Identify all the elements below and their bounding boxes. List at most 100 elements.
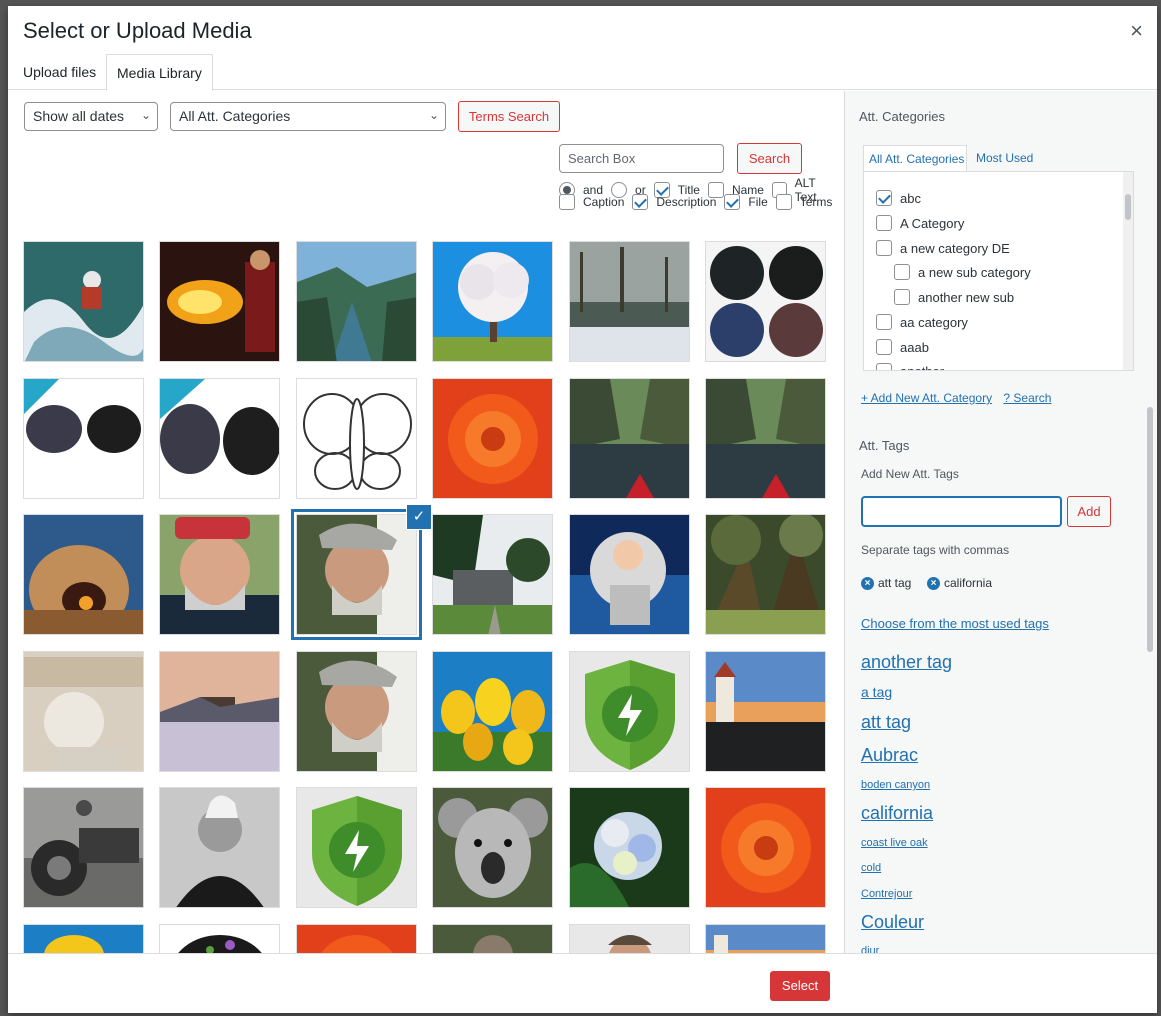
attachment-thumbnail[interactable] (705, 514, 826, 635)
add-tag-button[interactable]: Add (1067, 496, 1111, 527)
attachment-thumbnail[interactable] (432, 378, 553, 499)
attachment-thumbnail[interactable] (159, 514, 280, 635)
attachment-thumbnail[interactable] (569, 787, 690, 908)
tab-most-used[interactable]: Most Used (971, 145, 1041, 172)
attachment-thumbnail[interactable] (569, 514, 690, 635)
category-checkbox[interactable] (894, 289, 910, 305)
category-item[interactable]: aaab (876, 339, 929, 355)
media-content: Show all dates ⌄ All Att. Categories ⌄ T… (8, 91, 844, 953)
checkbox-file[interactable] (724, 194, 741, 210)
category-checkbox[interactable] (876, 363, 892, 370)
attachment-thumbnail[interactable] (159, 787, 280, 908)
attachment-thumbnail[interactable] (569, 924, 690, 953)
attachment-thumbnail[interactable] (705, 924, 826, 953)
tag-cloud-link[interactable]: att tag (861, 712, 911, 733)
selected-check-icon[interactable]: ✓ (406, 504, 432, 530)
close-icon[interactable]: × (1130, 20, 1143, 42)
attachment-thumbnail[interactable] (705, 787, 826, 908)
attachment-thumbnail[interactable] (432, 787, 553, 908)
tag-cloud-link[interactable]: california (861, 803, 933, 824)
category-item[interactable]: a new sub category (894, 264, 1031, 280)
attachment-thumbnail[interactable] (23, 514, 144, 635)
attachment-thumbnail[interactable] (432, 651, 553, 772)
scrollbar-thumb[interactable] (1147, 407, 1153, 652)
attachment-thumbnail[interactable] (159, 924, 280, 953)
category-checkbox[interactable] (876, 314, 892, 330)
search-button[interactable]: Search (737, 143, 802, 174)
tab-all-categories[interactable]: All Att. Categories (863, 145, 967, 172)
scrollbar-thumb[interactable] (1125, 194, 1131, 220)
remove-tag-icon[interactable]: × (927, 576, 940, 590)
category-item[interactable]: abc (876, 190, 921, 206)
tag-cloud-link[interactable]: Couleur (861, 912, 924, 933)
attachment-thumbnail[interactable] (432, 514, 553, 635)
category-checkbox[interactable] (894, 264, 910, 280)
attachment-thumbnail[interactable] (569, 378, 690, 499)
category-checkbox[interactable] (876, 339, 892, 355)
category-item[interactable]: another (876, 363, 944, 370)
attachment-thumbnail[interactable] (159, 651, 280, 772)
modal-tabs: Upload files Media Library (8, 54, 1157, 91)
attachment-thumbnail[interactable] (705, 651, 826, 772)
tag-chip: × att tag (861, 576, 911, 590)
attachment-thumbnail[interactable] (296, 241, 417, 362)
new-tag-input[interactable] (861, 496, 1062, 527)
categories-filter[interactable]: All Att. Categories ⌄ (170, 102, 446, 131)
attachment-thumbnail[interactable] (705, 241, 826, 362)
category-scrollbar[interactable] (1123, 172, 1133, 370)
tag-cloud-link[interactable]: a tag (861, 684, 892, 700)
attachment-thumbnail[interactable] (296, 651, 417, 772)
attachment-thumbnail[interactable] (159, 241, 280, 362)
attachment-thumbnail[interactable] (23, 924, 144, 953)
option-file[interactable]: File (724, 194, 768, 210)
category-item[interactable]: a new category DE (876, 240, 1010, 256)
attachment-thumbnail[interactable] (296, 787, 417, 908)
attachment-thumbnail[interactable] (432, 241, 553, 362)
attachment-thumbnail[interactable] (23, 378, 144, 499)
category-item[interactable]: aa category (876, 314, 968, 330)
tab-upload-files[interactable]: Upload files (13, 54, 106, 90)
option-caption[interactable]: Caption (559, 194, 624, 210)
attachment-thumbnail[interactable] (569, 241, 690, 362)
tag-cloud-link[interactable]: cold (861, 862, 881, 874)
tag-cloud-link[interactable]: boden canyon (861, 779, 930, 791)
option-description[interactable]: Description (632, 194, 716, 210)
tag-cloud-link[interactable]: another tag (861, 652, 952, 673)
tag-cloud-link[interactable]: coast live oak (861, 837, 928, 849)
category-item[interactable]: another new sub (894, 289, 1014, 305)
tag-chip-label: att tag (878, 576, 912, 590)
attachment-thumbnail[interactable] (569, 651, 690, 772)
attachment-thumbnail[interactable] (432, 924, 553, 953)
dates-filter[interactable]: Show all dates ⌄ (24, 102, 158, 131)
attachment-thumbnail[interactable] (705, 378, 826, 499)
tab-media-library[interactable]: Media Library (106, 54, 213, 91)
attachment-thumbnail[interactable] (159, 378, 280, 499)
attachment-thumbnail[interactable] (23, 241, 144, 362)
checkbox-description[interactable] (632, 194, 649, 210)
search-options-row-2: Caption Description File Terms (559, 194, 840, 210)
terms-search-button[interactable]: Terms Search (458, 101, 560, 132)
category-search-link[interactable]: ? Search (1003, 391, 1051, 405)
category-item[interactable]: A Category (876, 215, 964, 231)
add-category-link[interactable]: + Add New Att. Category (861, 391, 992, 405)
attachment-thumbnail-selected[interactable] (291, 509, 422, 640)
remove-tag-icon[interactable]: × (861, 576, 874, 590)
sidebar-scrollbar[interactable] (1145, 97, 1155, 947)
category-checkbox[interactable] (876, 215, 892, 231)
option-terms[interactable]: Terms (775, 194, 832, 210)
checkbox-caption[interactable] (559, 194, 575, 210)
category-checkbox[interactable] (876, 190, 892, 206)
tag-cloud-link[interactable]: Contrejour (861, 888, 912, 900)
attachment-thumbnail[interactable] (23, 787, 144, 908)
search-input[interactable]: Search Box (559, 144, 724, 173)
category-checkbox[interactable] (876, 240, 892, 256)
select-button[interactable]: Select (770, 971, 830, 1001)
tag-cloud-link[interactable]: djur (861, 945, 879, 953)
option-description-label: Description (656, 195, 717, 209)
attachment-thumbnail[interactable] (23, 651, 144, 772)
most-used-tags-link[interactable]: Choose from the most used tags (861, 616, 1049, 631)
attachment-thumbnail[interactable] (296, 378, 417, 499)
checkbox-terms[interactable] (775, 194, 792, 210)
attachment-thumbnail[interactable] (296, 924, 417, 953)
tag-cloud-link[interactable]: Aubrac (861, 745, 918, 766)
